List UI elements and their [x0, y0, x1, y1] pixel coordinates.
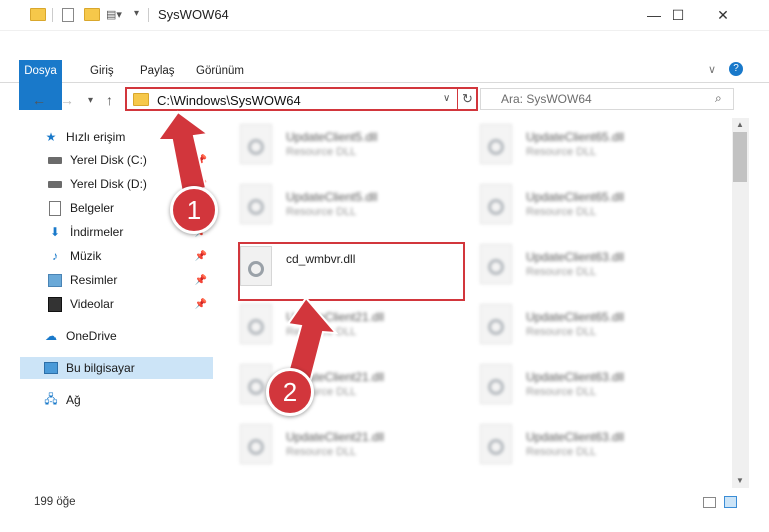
annotation-arrows — [156, 110, 339, 388]
step-2-badge: 2 — [266, 368, 314, 416]
step-1-badge: 1 — [170, 186, 218, 234]
arrow-1 — [156, 110, 211, 194]
